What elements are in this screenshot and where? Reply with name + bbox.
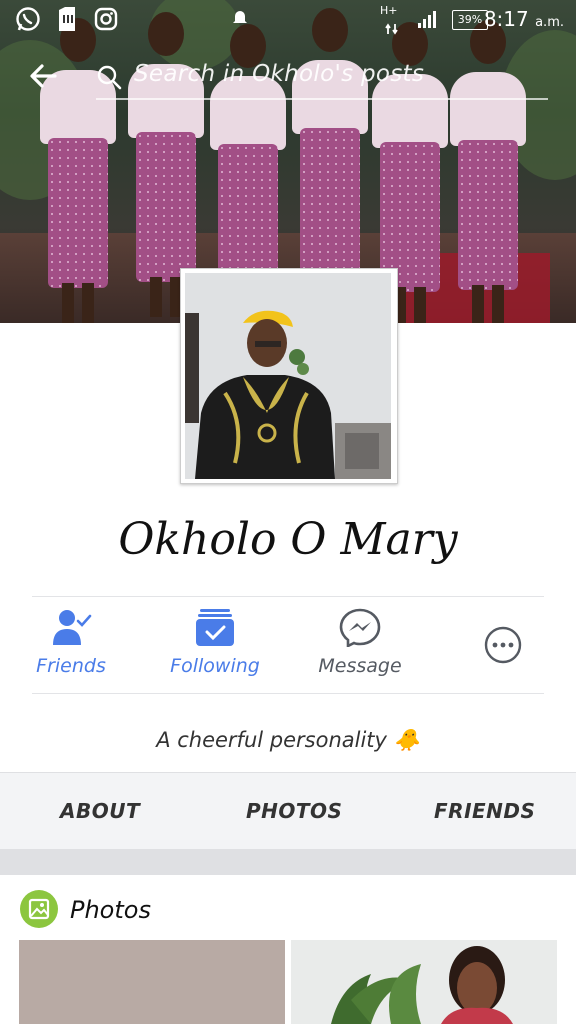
bio-text: A cheerful personality — [156, 728, 387, 752]
mobile-data-icon — [384, 16, 400, 42]
back-arrow-icon[interactable] — [28, 62, 60, 92]
tab-friends[interactable]: FRIENDS — [434, 799, 535, 823]
avatar-photo — [185, 273, 391, 479]
more-icon — [482, 625, 524, 665]
clock: 8:17 a.m. — [483, 7, 564, 31]
search-bar: Search in Okholo's posts — [0, 52, 576, 102]
profile-actions: Friends Following Message — [32, 596, 544, 694]
instagram-icon — [92, 6, 120, 32]
profile-name: Okholo O Mary — [118, 514, 458, 565]
search-icon — [96, 64, 122, 90]
status-bar: H+ 39% 8:17 a.m. — [0, 0, 576, 38]
network-type: H+ — [380, 3, 398, 17]
message-label: Message — [318, 655, 402, 677]
profile-picture[interactable] — [180, 268, 398, 484]
following-button[interactable]: Following — [160, 597, 270, 693]
battery-icon: 39% — [452, 10, 488, 30]
section-divider — [0, 849, 576, 875]
signal-icon — [416, 6, 440, 32]
chick-emoji: 🐥 — [393, 728, 420, 752]
friends-label: Friends — [36, 655, 106, 677]
photo-thumbnail[interactable] — [19, 940, 285, 1024]
search-input[interactable]: Search in Okholo's posts — [134, 61, 424, 87]
tab-about[interactable]: ABOUT — [60, 799, 140, 823]
friends-icon — [50, 607, 92, 647]
photos-section-header[interactable]: Photos — [0, 876, 576, 940]
photo-thumbnail[interactable] — [291, 940, 557, 1024]
messenger-icon — [339, 607, 381, 649]
message-button[interactable]: Message — [305, 597, 415, 693]
friends-button[interactable]: Friends — [16, 597, 126, 693]
sim-icon — [56, 6, 78, 32]
more-options-button[interactable] — [448, 597, 558, 693]
following-label: Following — [170, 655, 260, 677]
search-underline — [96, 98, 548, 100]
profile-tabs: ABOUT PHOTOS FRIENDS — [0, 772, 576, 850]
profile-bio: A cheerful personality 🐥 — [0, 728, 576, 753]
whatsapp-icon — [14, 6, 42, 32]
notification-icon — [230, 6, 250, 32]
tab-photos[interactable]: PHOTOS — [246, 799, 342, 823]
following-icon — [194, 607, 236, 647]
photos-icon — [20, 890, 58, 928]
photos-title: Photos — [70, 896, 151, 924]
